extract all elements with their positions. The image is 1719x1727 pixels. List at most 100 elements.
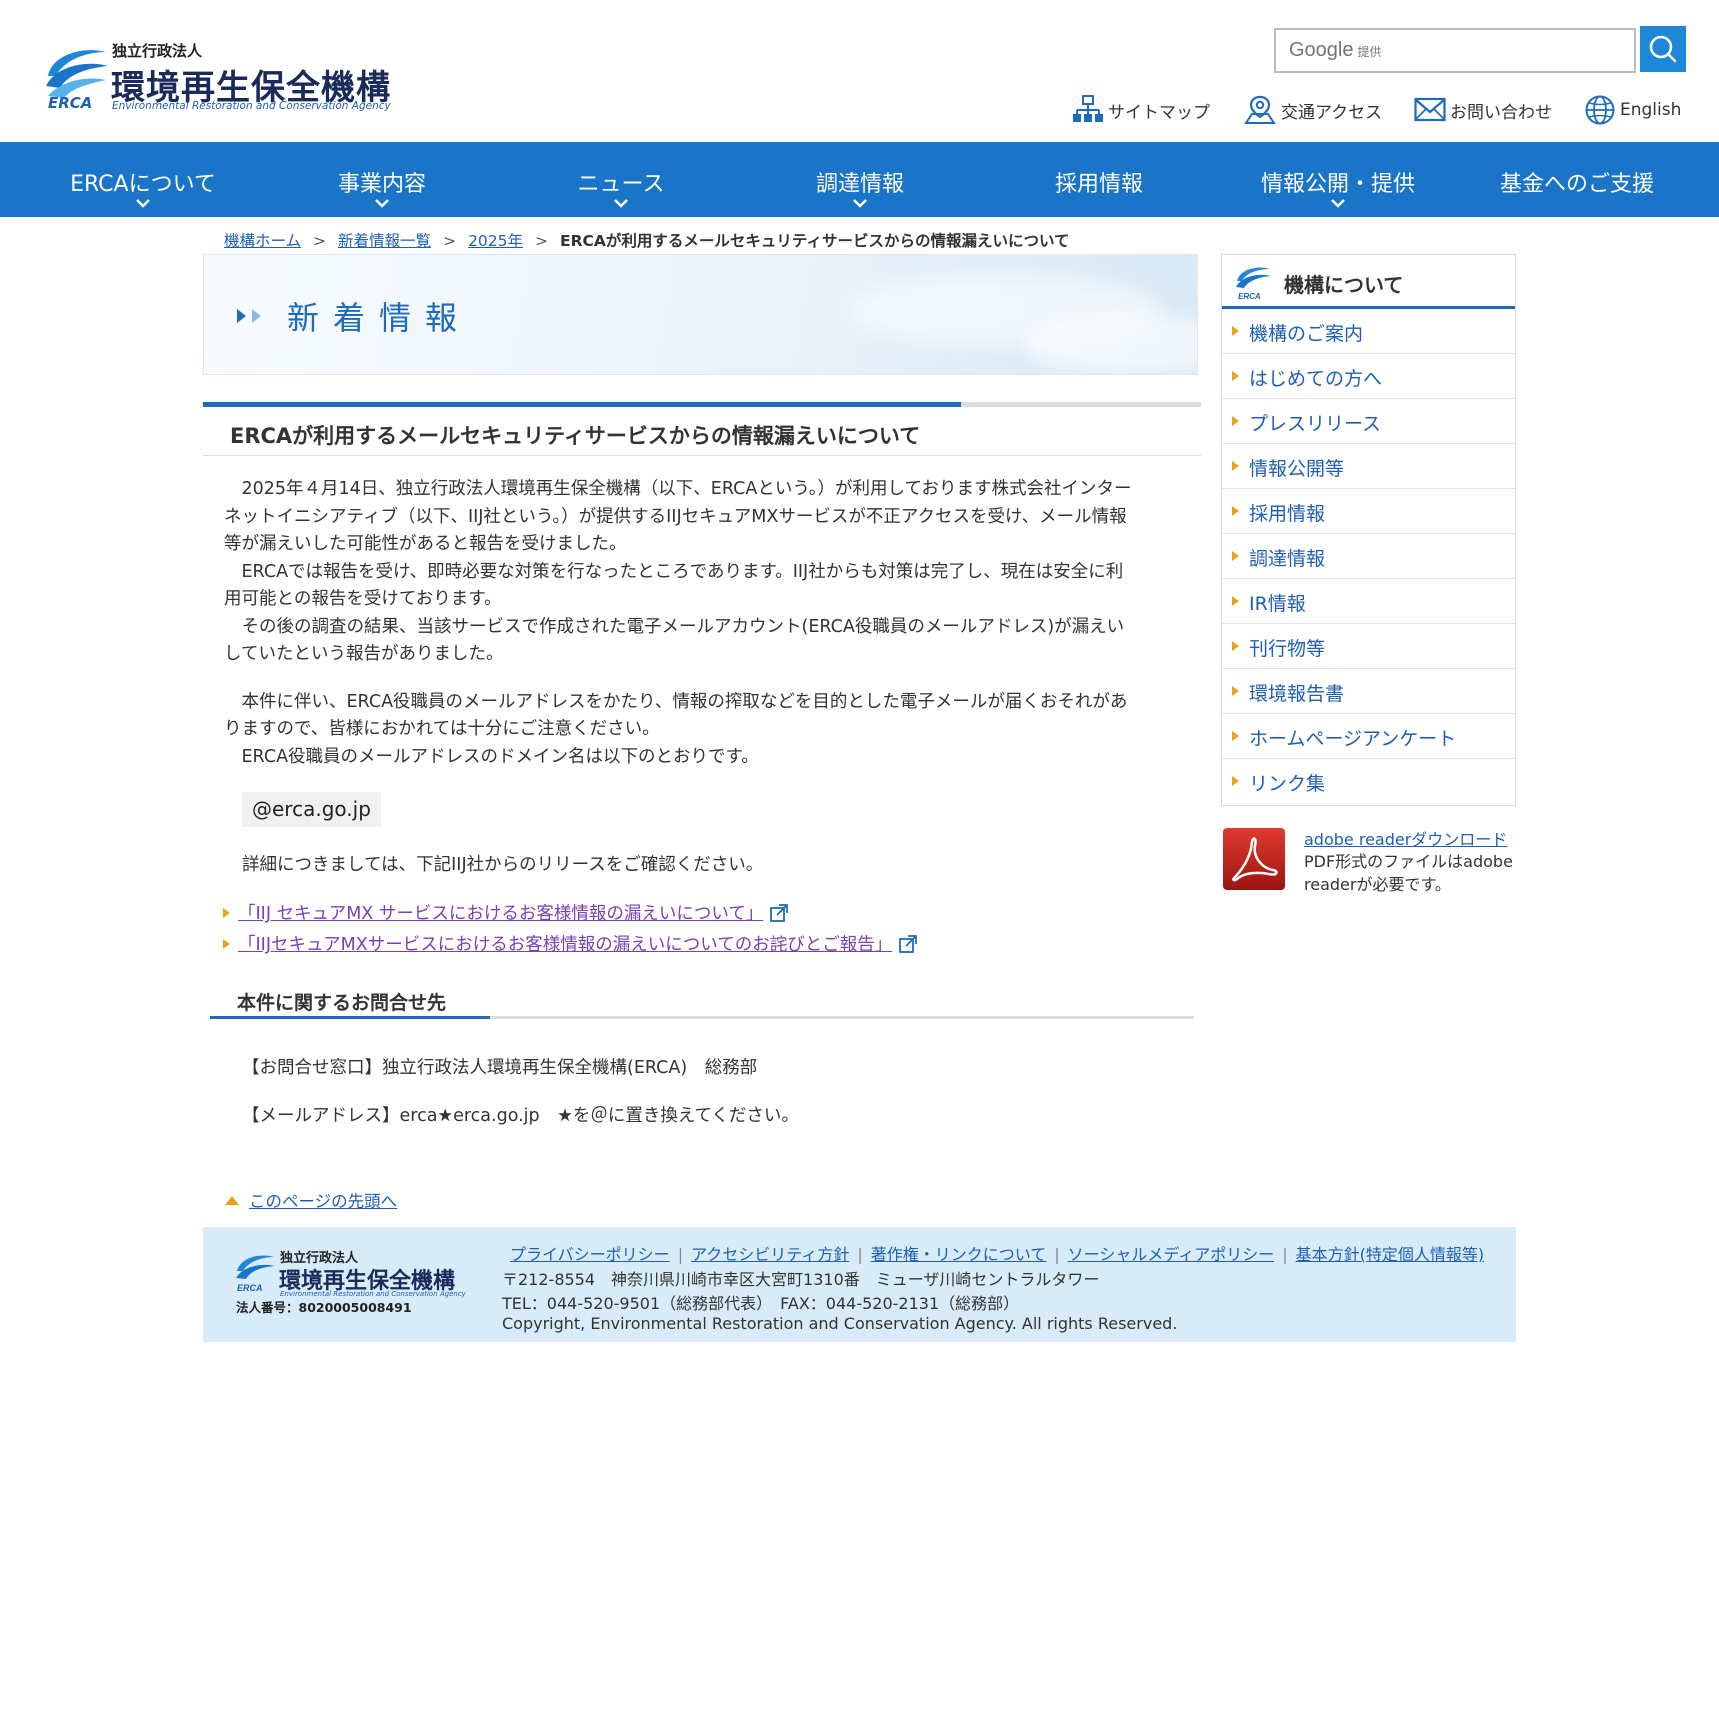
bullet-icon xyxy=(223,938,230,949)
nav-business-label: 事業内容 xyxy=(337,172,426,197)
footer-links: プライバシーポリシー | アクセシビリティ方針 | 著作権・リンクについて | ソーシャルメ… xyxy=(510,1245,1485,1264)
bullet-icon xyxy=(1232,506,1239,516)
nav-about[interactable]: ERCAについて xyxy=(43,142,243,217)
external-link-item: 「IIJセキュアMXサービスにおけるお客様情報の漏えいについてのお詫びとご報告」 xyxy=(223,931,918,956)
sitemap-link[interactable]: サイトマップ xyxy=(1072,92,1210,128)
adobe-reader-download-link[interactable]: adobe readerダウンロード xyxy=(1304,826,1507,850)
social-media-policy-link[interactable]: ソーシャルメディアポリシー xyxy=(1068,1245,1275,1264)
adobe-reader-box: adobe readerダウンロード PDF形式のファイルはadobe read… xyxy=(1221,826,1516,906)
english-label: English xyxy=(1620,100,1682,120)
sidebar-item-ir[interactable]: IR情報 xyxy=(1222,579,1515,624)
nav-news[interactable]: ニュース xyxy=(521,142,721,217)
body-line: ERCA役職員のメールアドレスのドメイン名は以下のとおりです。 xyxy=(224,746,759,767)
bullet-icon xyxy=(1232,551,1239,561)
page-title: 新着情報 xyxy=(287,299,472,337)
nav-disclosure[interactable]: 情報公開・提供 xyxy=(1238,142,1438,217)
contact-mail: 【メールアドレス】erca★erca.go.jp ★を＠に置き換えてください。 xyxy=(242,1106,799,1126)
logo-subtitle: 独立行政法人 xyxy=(112,42,203,60)
body-line: していたという報告がありました。 xyxy=(224,644,504,664)
contact-window: 【お問合せ窓口】独立行政法人環境再生保全機構(ERCA) 総務部 xyxy=(242,1058,758,1078)
chevron-down-icon xyxy=(853,199,867,208)
body-line: ERCAでは報告を受け、即時必要な対策を行なったところであります。IIJ社からも… xyxy=(224,561,1124,582)
nav-disclosure-label: 情報公開・提供 xyxy=(1260,172,1415,197)
erca-logo-mark-icon: ERCA xyxy=(1236,267,1271,301)
sidebar-item-survey[interactable]: ホームページアンケート xyxy=(1222,714,1515,759)
body-line: 本件に伴い、ERCA役職員のメールアドレスをかたり、情報の搾取などを目的とした電… xyxy=(224,691,1128,712)
search-button[interactable] xyxy=(1640,26,1686,72)
chevron-down-icon xyxy=(1331,199,1345,208)
english-link[interactable]: English xyxy=(1584,92,1681,128)
bullet-icon xyxy=(1232,371,1239,381)
erca-logo-mark-icon: ERCA xyxy=(236,1255,275,1293)
nav-procurement[interactable]: 調達情報 xyxy=(760,142,960,217)
sidebar-item-first-visit[interactable]: はじめての方へ xyxy=(1222,354,1515,399)
sidebar-item-guide[interactable]: 機構のご案内 xyxy=(1222,309,1515,354)
chevron-down-icon xyxy=(136,199,150,208)
search-box: Google 提供 xyxy=(1274,28,1636,73)
contact-bar-accent xyxy=(210,1016,490,1019)
breadcrumb-separator: > xyxy=(535,232,549,250)
adobe-reader-note: PDF形式のファイルはadobe readerが必要です。 xyxy=(1304,852,1513,894)
title-bar-rest xyxy=(961,402,1201,407)
nav-donation-label: 基金へのご支援 xyxy=(1499,172,1654,197)
sidebar-item-env-report[interactable]: 環境報告書 xyxy=(1222,669,1515,714)
sidebar-item-procurement[interactable]: 調達情報 xyxy=(1222,534,1515,579)
sidebar-item-label: 環境報告書 xyxy=(1249,683,1345,705)
sidebar-item-label: リンク集 xyxy=(1249,773,1326,795)
sidebar-item-label: はじめての方へ xyxy=(1249,368,1383,390)
breadcrumb-separator: > xyxy=(443,232,457,250)
adobe-reader-icon[interactable] xyxy=(1221,826,1287,892)
chevron-down-icon xyxy=(375,199,389,208)
accessibility-link[interactable]: アクセシビリティ方針 xyxy=(691,1245,849,1264)
back-to-top-link[interactable]: このページの先頭へ xyxy=(249,1188,397,1212)
nav-procurement-label: 調達情報 xyxy=(815,172,904,197)
contact-link[interactable]: お問い合わせ xyxy=(1414,92,1552,128)
sidebar-item-press[interactable]: プレスリリース xyxy=(1222,399,1515,444)
bullet-icon xyxy=(1232,326,1239,336)
search-input[interactable] xyxy=(1276,30,1634,71)
divider xyxy=(203,455,1201,456)
nav-donation[interactable]: 基金へのご支援 xyxy=(1477,142,1677,217)
contact-title: 本件に関するお問合せ先 xyxy=(237,992,447,1014)
footer-tel: TEL：044-520-9501（総務部代表） FAX：044-520-2131… xyxy=(502,1294,1020,1313)
chevron-down-icon xyxy=(614,199,628,208)
sidebar-item-label: プレスリリース xyxy=(1249,413,1382,435)
body-line: りますので、皆様におかれては十分にご注意ください。 xyxy=(224,719,660,739)
sidebar-item-links[interactable]: リンク集 xyxy=(1222,759,1515,804)
copyright-link[interactable]: 著作権・リンクについて xyxy=(871,1245,1047,1264)
sidebar-item-label: ホームページアンケート xyxy=(1249,728,1457,750)
bullet-icon xyxy=(1232,686,1239,696)
mail-icon xyxy=(1414,97,1446,122)
breadcrumb-year[interactable]: 2025年 xyxy=(468,232,523,250)
nav-recruit[interactable]: 採用情報 xyxy=(999,142,1199,217)
nav-recruit-label: 採用情報 xyxy=(1054,172,1143,197)
sidebar-item-disclosure[interactable]: 情報公開等 xyxy=(1222,444,1515,489)
iij-release-link-1[interactable]: 「IIJ セキュアMX サービスにおけるお客様情報の漏えいについて」 xyxy=(238,900,763,925)
sidebar-menu: ERCA 機構について 機構のご案内 はじめての方へ プレスリリース 情報公開等… xyxy=(1221,254,1516,806)
page-banner: 新着情報 xyxy=(203,254,1198,375)
contact-label: お問い合わせ xyxy=(1450,102,1552,123)
contact-bar-rest xyxy=(490,1016,1194,1019)
site-logo[interactable]: ERCA 独立行政法人 環境再生保全機構 Environmental Resto… xyxy=(42,38,392,118)
up-arrow-icon xyxy=(225,1195,239,1205)
sidebar-item-publications[interactable]: 刊行物等 xyxy=(1222,624,1515,669)
search-icon xyxy=(1649,35,1677,63)
globe-icon xyxy=(1585,95,1615,125)
iij-release-link-2[interactable]: 「IIJセキュアMXサービスにおけるお客様情報の漏えいについてのお詫びとご報告」 xyxy=(238,931,892,956)
sidebar-item-label: IR情報 xyxy=(1249,593,1306,615)
sidebar-item-label: 情報公開等 xyxy=(1249,458,1345,480)
basic-policy-link[interactable]: 基本方針(特定個人情報等) xyxy=(1296,1245,1485,1264)
breadcrumb: 機構ホーム > 新着情報一覧 >2025年 > ERCAが利用するメールセキュリティサービ… xyxy=(224,229,1070,251)
breadcrumb-home[interactable]: 機構ホーム xyxy=(224,232,301,250)
svg-text:ERCA: ERCA xyxy=(1238,292,1261,301)
access-link[interactable]: 交通アクセス xyxy=(1243,92,1382,128)
contact-header: 本件に関するお問合せ先 xyxy=(210,978,1194,1019)
privacy-policy-link[interactable]: プライバシーポリシー xyxy=(510,1245,670,1264)
external-link-item: 「IIJ セキュアMX サービスにおけるお客様情報の漏えいについて」 xyxy=(223,900,789,925)
sidebar-item-recruit[interactable]: 採用情報 xyxy=(1222,489,1515,534)
bullet-icon xyxy=(1232,461,1239,471)
nav-business[interactable]: 事業内容 xyxy=(282,142,482,217)
breadcrumb-news-list[interactable]: 新着情報一覧 xyxy=(338,232,431,250)
access-label: 交通アクセス xyxy=(1281,102,1383,123)
footer-logo[interactable]: ERCA 独立行政法人 環境再生保全機構 Environmental Resto… xyxy=(234,1247,474,1317)
